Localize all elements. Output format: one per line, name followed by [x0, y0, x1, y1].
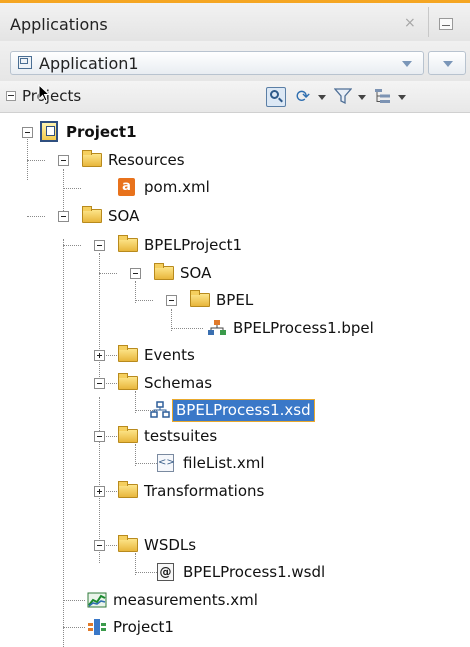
folder-icon: [82, 206, 102, 223]
structure-icon[interactable]: [374, 87, 394, 107]
folder-icon: [82, 150, 102, 167]
composite-icon: [87, 618, 107, 636]
folder-icon: [118, 535, 138, 552]
tree-node-label: Events: [144, 346, 195, 364]
tree-node-label: Resources: [108, 151, 185, 169]
project-icon: [40, 121, 58, 142]
xml-file-icon: <>: [157, 454, 175, 472]
application-menu-button[interactable]: [428, 51, 466, 75]
tree-node-label: BPELProcess1.xsd: [172, 399, 315, 422]
expand-toggle-events[interactable]: [94, 350, 105, 361]
tree-connector: [63, 188, 81, 189]
chevron-down-icon[interactable]: [398, 95, 406, 100]
tree-connector: [63, 245, 81, 246]
tree-connector: [63, 600, 85, 601]
tree-connector: [99, 397, 100, 563]
projects-collapse-toggle[interactable]: [6, 91, 16, 101]
tree-node-label: WSDLs: [144, 536, 197, 554]
folder-icon: [118, 345, 138, 362]
expand-toggle-soa-inner[interactable]: [130, 268, 141, 279]
tree-node-label: Transformations: [144, 482, 265, 500]
tree-connector: [99, 273, 117, 274]
bpel-process-icon: [207, 319, 227, 337]
expand-toggle-testsuites[interactable]: [94, 431, 105, 442]
tree-connector: [171, 328, 203, 329]
application-selector-row: Application1: [0, 41, 470, 81]
expand-toggle-transformations[interactable]: [94, 486, 105, 497]
mouse-pointer-icon: [38, 84, 50, 102]
expand-toggle-bpelproject1[interactable]: [94, 240, 105, 251]
tree-node-label: BPELProcess1.wsdl: [183, 563, 326, 581]
folder-icon: [154, 263, 174, 280]
expand-toggle-bpel[interactable]: [166, 295, 177, 306]
tree-connector: [135, 463, 157, 464]
expand-toggle-soa[interactable]: [58, 211, 69, 222]
folder-icon: [190, 290, 210, 307]
chevron-down-icon[interactable]: [318, 95, 326, 100]
wsdl-icon: @: [157, 563, 174, 581]
tree-node-label: BPELProject1: [144, 236, 243, 254]
tree-node-label: BPELProcess1.bpel: [233, 319, 374, 337]
tree-node-label: BPEL: [216, 291, 254, 309]
folder-icon: [118, 235, 138, 252]
folder-icon: [118, 426, 138, 443]
minimize-icon[interactable]: [439, 18, 453, 30]
tree-connector: [63, 627, 85, 628]
maven-xml-icon: a: [118, 178, 135, 196]
tree-connector: [27, 135, 28, 180]
expand-toggle-resources[interactable]: [58, 155, 69, 166]
projects-label: Projects: [22, 87, 82, 105]
project-tree: Project1 Resources a pom.xml SOA BPELPro…: [0, 113, 470, 647]
chevron-down-icon: [402, 61, 412, 67]
folder-icon: [118, 481, 138, 498]
search-icon[interactable]: [266, 87, 286, 107]
expand-toggle-wsdls[interactable]: [94, 540, 105, 551]
tree-connector: [63, 239, 64, 647]
close-icon[interactable]: ×: [404, 15, 416, 31]
panel-title: Applications: [10, 15, 108, 34]
expand-toggle-project1[interactable]: [22, 127, 33, 138]
tree-connector: [27, 216, 45, 217]
header-divider: [428, 7, 429, 37]
application-selector-value: Application1: [39, 54, 139, 73]
tree-connector: [135, 572, 157, 573]
tree-node-label: SOA: [180, 264, 212, 282]
expand-toggle-schemas[interactable]: [94, 378, 105, 389]
tree-connector: [135, 300, 153, 301]
chevron-down-icon[interactable]: [358, 95, 366, 100]
xsd-schema-icon: [150, 401, 170, 419]
tree-node-label: pom.xml: [144, 178, 210, 196]
tree-node-label: testsuites: [144, 427, 218, 445]
tree-node-label: SOA: [108, 207, 140, 225]
filter-icon[interactable]: [333, 87, 353, 107]
tree-node-label: Project1: [66, 123, 137, 141]
tree-connector: [63, 169, 64, 217]
tree-connector: [27, 160, 45, 161]
sync-icon[interactable]: ⟳: [292, 87, 314, 107]
measurements-icon: [87, 591, 107, 609]
tree-node-label: fileList.xml: [183, 454, 265, 472]
folder-icon: [118, 373, 138, 390]
tree-node-label: Schemas: [144, 374, 213, 392]
application-icon: [18, 56, 32, 69]
tree-node-label: measurements.xml: [113, 591, 258, 609]
projects-section-header: Projects ⟳: [0, 81, 470, 113]
application-selector[interactable]: Application1: [10, 51, 424, 75]
tree-node-label: Project1: [113, 618, 174, 636]
applications-panel-header: Applications ×: [0, 3, 470, 41]
